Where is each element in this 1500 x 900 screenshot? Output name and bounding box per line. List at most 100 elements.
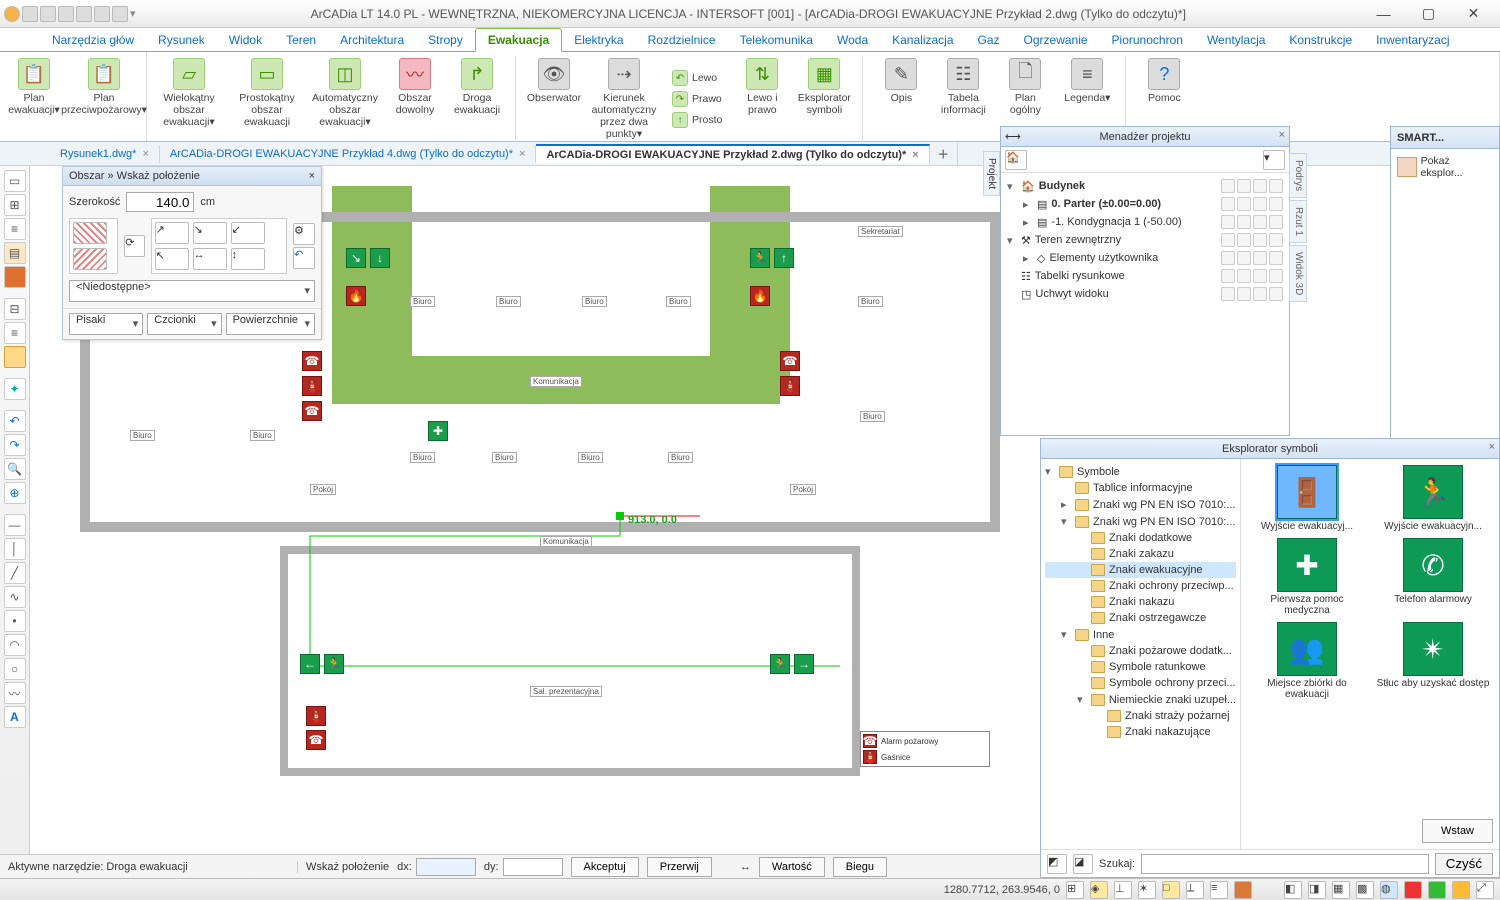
symbol-cell[interactable]: 🚪Wyjście ewakuacyj...	[1247, 465, 1367, 532]
status-grid-icon[interactable]: ⊞	[1066, 881, 1084, 899]
tree-row[interactable]: ▸◇Elementy użytkownika	[1007, 251, 1283, 265]
eksplorator-button[interactable]: ▦Eksplorator symboli	[796, 56, 852, 118]
kierunek-button[interactable]: ⇢Kierunek automatyczny przez dwa punkty▾	[588, 56, 660, 142]
close-tab-icon[interactable]: ×	[519, 148, 525, 160]
lt-spline-icon[interactable]: 〰	[4, 682, 26, 704]
status-snap-icon[interactable]: ◈	[1090, 881, 1108, 899]
prawo-button[interactable]: ↷Prawo	[670, 89, 724, 109]
symbol-tree-row[interactable]: Znaki nakazu	[1045, 594, 1236, 610]
symbol-tree-row[interactable]: Znaki ochrony przeciwp...	[1045, 578, 1236, 594]
tabela-button[interactable]: ☷Tabela informacji	[935, 56, 991, 118]
tab-telekomunikacja[interactable]: Telekomunika	[728, 29, 825, 51]
lewo-button[interactable]: ↶Lewo	[670, 68, 719, 88]
doc-tab-3[interactable]: ArCADia-DROGI EWAKUACYJNE Przykład 2.dwg…	[536, 144, 929, 164]
pm-home-icon[interactable]: 🏠	[1005, 150, 1027, 170]
prostokatny-button[interactable]: ▭Prostokątny obszar ewakuacji	[231, 56, 303, 130]
tab-narzedzia[interactable]: Narzędzia głów	[40, 29, 146, 51]
pm-close-icon[interactable]: ×	[1279, 129, 1285, 141]
status-osnap-icon[interactable]: □	[1162, 881, 1180, 899]
czcionki-select[interactable]: Czcionki	[147, 313, 221, 335]
lt-arc-icon[interactable]: ◠	[4, 634, 26, 656]
side-tab-widok3d[interactable]: Widok 3D	[1289, 245, 1307, 302]
dx-input[interactable]	[416, 858, 476, 876]
lt-table-icon[interactable]: ⊟	[4, 298, 26, 320]
symbol-tree[interactable]: ▾SymboleTablice informacyjne▸Znaki wg PN…	[1041, 459, 1241, 849]
symbol-tree-row[interactable]: Znaki nakazujące	[1045, 724, 1236, 740]
lt-point-icon[interactable]: •	[4, 610, 26, 632]
bieg-button[interactable]: Biegu	[833, 857, 887, 877]
lt-line-h-icon[interactable]: —	[4, 514, 26, 536]
symbol-cell[interactable]: ✴Stłuc aby uzyskać dostęp	[1373, 622, 1493, 700]
search-input[interactable]	[1141, 854, 1429, 874]
symbol-cell[interactable]: ✆Telefon alarmowy	[1373, 538, 1493, 616]
dowolny-button[interactable]: 〰Obszar dowolny	[387, 56, 443, 118]
status-view-icon[interactable]: ◍	[1380, 881, 1398, 899]
minimize-button[interactable]: —	[1361, 0, 1406, 28]
status-view-icon[interactable]: ▩	[1356, 881, 1374, 899]
snap-option[interactable]: ↕	[231, 248, 265, 270]
qat-undo-icon[interactable]	[94, 6, 110, 22]
symbol-tree-row[interactable]: ▾Znaki wg PN EN ISO 7010:...	[1045, 513, 1236, 530]
lt-polyline-icon[interactable]: ∿	[4, 586, 26, 608]
tree-row[interactable]: ▾⚒Teren zewnętrzny	[1007, 233, 1283, 247]
symbol-tree-row[interactable]: ▾Niemieckie znaki uzupeł...	[1045, 691, 1236, 708]
maximize-button[interactable]: ▢	[1406, 0, 1451, 28]
symbol-cell[interactable]: 🏃Wyjście ewakuacyjn...	[1373, 465, 1493, 532]
tree-row[interactable]: ▸▤-1. Kondygnacja 1 (-50.00)	[1007, 215, 1283, 229]
tree-row[interactable]: ◳Uchwyt widoku	[1007, 287, 1283, 301]
pm-filter-icon[interactable]: ▾	[1263, 150, 1285, 170]
status-color-icon[interactable]	[1452, 881, 1470, 899]
hatch-option[interactable]	[73, 222, 107, 244]
tab-konstrukcje[interactable]: Konstrukcje	[1277, 29, 1364, 51]
width-input[interactable]	[126, 192, 194, 212]
droga-button[interactable]: ↱Droga ewakuacji	[449, 56, 505, 118]
smart-item[interactable]: Pokaż eksplor...	[1391, 149, 1499, 185]
sym-mode-icon[interactable]: ◪	[1073, 854, 1093, 874]
symbol-tree-row[interactable]: Tablice informacyjne	[1045, 480, 1236, 496]
undo-icon[interactable]: ↶	[293, 247, 315, 269]
symbol-tree-row[interactable]: Znaki ewakuacyjne	[1045, 562, 1236, 578]
legenda-button[interactable]: ≡Legenda▾	[1059, 56, 1115, 106]
doc-tab-2[interactable]: ArCADia-DROGI EWAKUACYJNE Przykład 4.dwg…	[160, 145, 537, 163]
snap-option[interactable]: ↖	[155, 248, 189, 270]
lt-highlight-icon[interactable]	[4, 346, 26, 368]
status-ortho-icon[interactable]: ⊥	[1114, 881, 1132, 899]
symbol-tree-row[interactable]: ▸Znaki wg PN EN ISO 7010:...	[1045, 496, 1236, 513]
close-tab-icon[interactable]: ×	[142, 148, 148, 160]
pisaki-select[interactable]: Pisaki	[69, 313, 143, 335]
app-icon[interactable]	[4, 6, 20, 22]
tab-wentylacja[interactable]: Wentylacja	[1195, 29, 1277, 51]
tree-row[interactable]: ▸▤0. Parter (±0.00=0.00)	[1007, 197, 1283, 211]
close-button[interactable]: ✕	[1451, 0, 1496, 28]
snap-option[interactable]: ↔	[193, 248, 227, 270]
symbol-tree-row[interactable]: Symbole ochrony przeci...	[1045, 675, 1236, 691]
symbol-tree-row[interactable]: Znaki dodatkowe	[1045, 530, 1236, 546]
add-tab-button[interactable]: ＋	[930, 143, 958, 165]
tab-teren[interactable]: Teren	[274, 29, 328, 51]
opis-button[interactable]: ✎Opis	[873, 56, 929, 106]
wielokatny-button[interactable]: ▱Wielokątny obszar ewakuacji▾	[153, 56, 225, 130]
status-lwt-icon[interactable]: ≡	[1210, 881, 1228, 899]
cancel-button[interactable]: Przerwij	[647, 857, 712, 877]
qat-open-icon[interactable]	[40, 6, 56, 22]
tree-row[interactable]: ☷Tabelki rysunkowe	[1007, 269, 1283, 283]
lt-layers-icon[interactable]: ▤	[4, 242, 26, 264]
plan-ewakuacji-button[interactable]: 📋Plan ewakuacji▾	[6, 56, 62, 118]
powierzchnie-select[interactable]: Powierzchnie	[226, 313, 315, 335]
tab-widok[interactable]: Widok	[217, 29, 274, 51]
tab-ogrzewanie[interactable]: Ogrzewanie	[1012, 29, 1100, 51]
lt-text-icon[interactable]: A	[4, 706, 26, 728]
status-color-icon[interactable]	[1404, 881, 1422, 899]
status-expand-icon[interactable]: ⤢	[1476, 881, 1494, 899]
sym-close-icon[interactable]: ×	[1489, 441, 1495, 453]
automatyczny-button[interactable]: ◫Automatyczny obszar ewakuacji▾	[309, 56, 381, 130]
status-view-icon[interactable]: ▦	[1332, 881, 1350, 899]
gear-icon[interactable]: ⚙	[293, 223, 315, 245]
mode-toggle[interactable]: ⟳	[124, 235, 144, 257]
accept-button[interactable]: Akceptuj	[571, 857, 639, 877]
symbol-tree-row[interactable]: Znaki zakazu	[1045, 546, 1236, 562]
lt-redo-icon[interactable]: ↷	[4, 434, 26, 456]
tab-elektryka[interactable]: Elektryka	[562, 29, 635, 51]
properties-close-icon[interactable]: ×	[309, 170, 315, 182]
lt-zoomin-icon[interactable]: ⊕	[4, 482, 26, 504]
